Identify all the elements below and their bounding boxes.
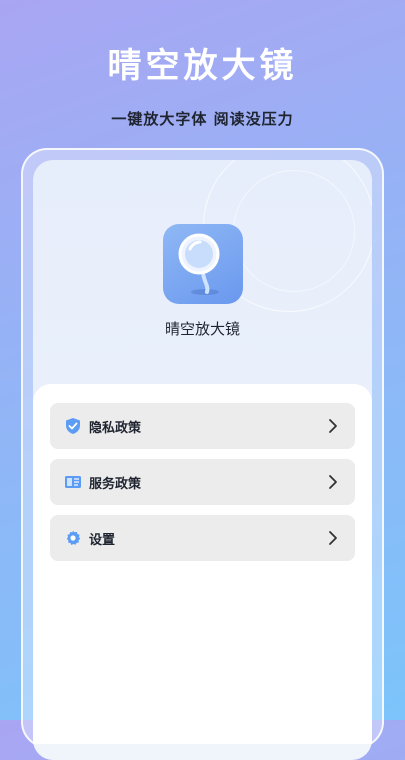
document-icon	[64, 473, 82, 491]
menu-item-label: 设置	[89, 532, 116, 548]
magnifier-icon	[178, 233, 220, 295]
app-icon	[163, 224, 243, 304]
decor-circle	[233, 170, 355, 292]
hero-subtitle: 一键放大字体 阅读没压力	[111, 110, 294, 128]
chevron-right-icon	[325, 530, 341, 546]
chevron-right-icon	[325, 474, 341, 490]
shield-check-icon	[64, 417, 82, 435]
gear-icon	[64, 529, 82, 547]
menu-item-label: 隐私政策	[89, 420, 142, 436]
hero-title: 晴空放大镜	[107, 46, 298, 86]
menu-item-label: 服务政策	[89, 476, 142, 492]
menu-item-settings[interactable]: 设置	[50, 515, 355, 561]
menu-item-service[interactable]: 服务政策	[50, 459, 355, 505]
menu-item-privacy[interactable]: 隐私政策	[50, 403, 355, 449]
chevron-right-icon	[325, 418, 341, 434]
app-name: 晴空放大镜	[164, 320, 240, 338]
